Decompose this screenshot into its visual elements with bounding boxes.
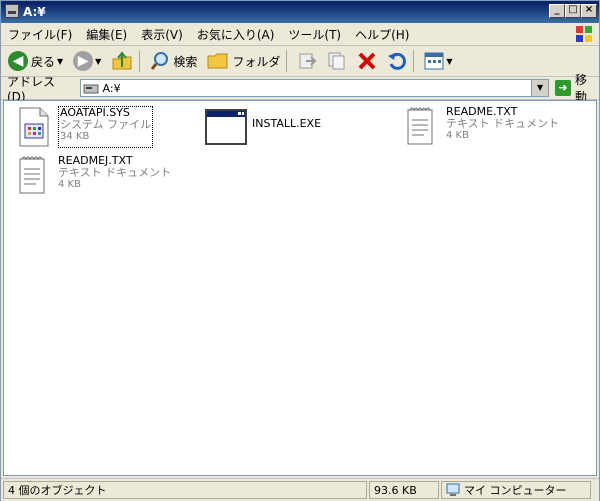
- folders-label: フォルダ: [232, 54, 281, 69]
- file-type: テキスト ドキュメント: [446, 117, 560, 130]
- forward-arrow-icon: ▶: [73, 51, 94, 71]
- undo-button[interactable]: [384, 48, 410, 74]
- file-item-readme[interactable]: README.TXT テキスト ドキュメント 4 KB: [402, 106, 559, 148]
- views-icon: [424, 52, 444, 70]
- search-icon: [151, 52, 169, 70]
- move-to-icon: [299, 53, 317, 69]
- floppy-drive-icon: [83, 84, 99, 94]
- copy-to-button[interactable]: [324, 48, 350, 74]
- up-folder-button[interactable]: [108, 48, 136, 74]
- file-size: 4 KB: [58, 179, 81, 190]
- status-size: 93.6 KB: [369, 481, 439, 499]
- menu-view[interactable]: 表示(V): [134, 26, 190, 43]
- file-size: 34 KB: [60, 131, 90, 142]
- close-button[interactable]: ×: [581, 4, 597, 18]
- text-document-icon: [14, 155, 54, 197]
- go-arrow-icon: ➜: [555, 80, 572, 96]
- status-object-count: 4 個のオブジェクト: [3, 481, 367, 499]
- windows-logo-icon: [576, 26, 592, 42]
- minimize-button[interactable]: _: [549, 4, 565, 18]
- search-button[interactable]: 検索: [147, 48, 200, 74]
- delete-x-icon: [358, 52, 376, 70]
- menu-bar: ファイル(F) 編集(E) 表示(V) お気に入り(A) ツール(T) ヘルプ(…: [1, 23, 599, 46]
- menu-tools[interactable]: ツール(T): [281, 26, 348, 43]
- undo-icon: [388, 52, 407, 70]
- title-bar[interactable]: A:¥ _ □ ×: [1, 1, 599, 23]
- toolbar-separator: [413, 50, 415, 72]
- menu-favorites[interactable]: お気に入り(A): [190, 26, 282, 43]
- system-file-icon: [14, 106, 54, 148]
- back-label: 戻る: [31, 54, 56, 69]
- menu-edit[interactable]: 編集(E): [79, 26, 134, 43]
- menu-file[interactable]: ファイル(F): [1, 26, 79, 43]
- search-label: 検索: [173, 54, 198, 69]
- delete-button[interactable]: [354, 48, 380, 74]
- file-list: AOATAPI.SYS システム ファイル 34 KB INSTALL.EXE: [3, 100, 597, 476]
- menu-help[interactable]: ヘルプ(H): [348, 26, 416, 43]
- status-location-label: マイ コンピューター: [464, 484, 567, 497]
- maximize-button[interactable]: □: [565, 4, 581, 18]
- folder-up-icon: [112, 51, 132, 70]
- toolbar: ◀ 戻る ▼ ▶ ▼ 検索 フォルダ ▼: [1, 46, 599, 77]
- folders-button[interactable]: フォルダ: [204, 48, 283, 74]
- address-value: A:¥: [102, 81, 121, 95]
- toolbar-separator: [139, 50, 141, 72]
- file-item-readmej[interactable]: READMEJ.TXT テキスト ドキュメント 4 KB: [14, 155, 171, 197]
- my-computer-icon: [446, 483, 460, 496]
- file-item-aoatapi[interactable]: AOATAPI.SYS システム ファイル 34 KB: [14, 106, 154, 148]
- back-arrow-icon: ◀: [8, 51, 28, 71]
- forward-dropdown-icon[interactable]: ▼: [95, 57, 101, 66]
- file-name: INSTALL.EXE: [252, 117, 322, 130]
- address-label: アドレス(D): [7, 74, 56, 104]
- move-to-button[interactable]: [294, 48, 320, 74]
- toolbar-separator: [286, 50, 288, 72]
- text-document-icon: [402, 106, 442, 148]
- views-dropdown-icon[interactable]: ▼: [446, 57, 452, 66]
- folder-icon: [207, 53, 228, 69]
- back-button[interactable]: ◀ 戻る ▼: [5, 48, 66, 74]
- back-dropdown-icon[interactable]: ▼: [57, 57, 63, 66]
- application-window-icon: [204, 106, 248, 148]
- file-type: システム ファイル: [60, 118, 152, 131]
- file-size: 4 KB: [446, 130, 469, 141]
- explorer-window: A:¥ _ □ × ファイル(F) 編集(E) 表示(V) お気に入り(A) ツ…: [0, 0, 600, 501]
- drive-icon: [5, 4, 19, 18]
- file-type: テキスト ドキュメント: [58, 166, 172, 179]
- window-title: A:¥: [23, 5, 46, 19]
- views-button[interactable]: ▼: [421, 48, 455, 74]
- address-bar: アドレス(D) A:¥ ▼ ➜ 移動: [1, 73, 599, 104]
- copy-to-icon: [328, 52, 345, 70]
- status-location: マイ コンピューター: [441, 481, 591, 499]
- forward-button[interactable]: ▶ ▼: [70, 48, 104, 74]
- file-item-install[interactable]: INSTALL.EXE: [204, 106, 321, 148]
- address-dropdown-icon[interactable]: ▼: [531, 80, 549, 96]
- status-bar: 4 個のオブジェクト 93.6 KB マイ コンピューター: [1, 478, 599, 501]
- address-field[interactable]: A:¥ ▼: [79, 79, 550, 97]
